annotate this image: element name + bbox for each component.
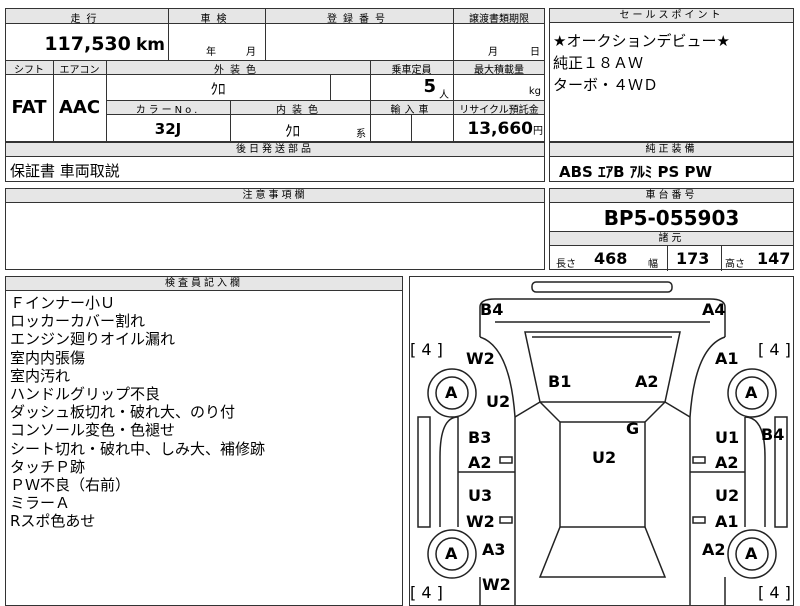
length-value: 468 [594, 249, 628, 268]
dimensions-header: 諸元 [550, 231, 793, 246]
shift-value: FAT [11, 97, 47, 118]
equipment-box: 純正装備 ABS ｴｱB ｱﾙﾐ PS PW [549, 142, 794, 182]
list-item: ハンドルグリップ不良 [10, 385, 161, 404]
tire-front-right-label: A [745, 383, 758, 402]
inspector-list: Ｆインナー小Ｕ ロッカーカバー割れ エンジン廻りオイル漏れ 室内内張傷 室内汚れ… [10, 294, 265, 531]
damage-mark: U2 [715, 486, 740, 505]
tire-rear-right-label: A [745, 544, 758, 563]
damage-mark: A1 [715, 512, 739, 531]
registration-header: 登録番号 [327, 14, 391, 25]
mileage-header: 走行 [70, 14, 103, 25]
list-item: 室内汚れ [10, 366, 71, 385]
recycle-value: 13,660円 [467, 119, 543, 139]
width-value: 173 [676, 249, 710, 268]
tire-depth-bracket: [ 4 ] [758, 583, 791, 602]
damage-mark: B4 [761, 425, 785, 444]
damage-mark: U3 [468, 486, 493, 505]
list-item: コンソール変色・色褪せ [10, 421, 176, 440]
damage-mark: W2 [466, 512, 495, 531]
aircon-header: エアコン [59, 65, 100, 76]
damage-mark: U1 [715, 428, 740, 447]
list-item: ＰＷ不良（右前） [10, 476, 131, 495]
tire-depth-bracket: [ 4 ] [410, 583, 443, 602]
list-item: ロッカーカバー割れ [10, 312, 146, 331]
list-item: ミラーＡ [10, 494, 71, 513]
transfer-day: 日 [530, 47, 540, 58]
tire-depth-bracket: [ 4 ] [410, 340, 443, 359]
interior-color-unit: 系 [356, 129, 366, 140]
damage-mark: A2 [635, 372, 659, 391]
sales-point-box: セールスポイント ★オークションデビュー★ 純正１８ＡＷ ターボ・４ＷＤ [549, 8, 794, 142]
mileage-value: 117,530 km [44, 33, 165, 55]
tire-front-left-label: A [445, 383, 458, 402]
damage-mark: U2 [486, 392, 511, 411]
exterior-color-value: ｸﾛ [210, 80, 226, 98]
tire-depth-bracket: [ 4 ] [758, 340, 791, 359]
exterior-color-header: 外装色 [214, 65, 262, 76]
damage-mark: U2 [592, 448, 617, 467]
interior-color-value: ｸﾛ [284, 122, 300, 140]
height-label: 高さ [725, 259, 745, 270]
notes-header: 注意事項欄 [6, 189, 544, 203]
list-item: Rスポ色あせ [10, 512, 96, 531]
inspection-year: 年 [206, 47, 216, 58]
import-header: 輸入車 [390, 105, 433, 116]
equipment-value: ABS ｴｱB ｱﾙﾐ PS PW [559, 163, 713, 181]
damage-mark: A2 [468, 453, 492, 472]
later-parts-value: 保証書 車両取説 [10, 162, 120, 180]
car-diagram-box: A A A A [ 4 ] [ 4 ] [ 4 ] [ 4 ] B4 A4 W2… [409, 276, 794, 606]
notes-box: 注意事項欄 [5, 188, 545, 270]
aircon-value: AAC [58, 97, 101, 118]
damage-mark: W2 [482, 575, 511, 594]
transfer-deadline-header: 譲渡書類期限 [469, 14, 529, 25]
max-load-header: 最大積載量 [474, 65, 524, 76]
length-label: 長さ [556, 259, 576, 270]
sales-point-line-3: ターボ・４ＷＤ [553, 76, 659, 94]
damage-mark: B1 [548, 372, 572, 391]
damage-mark: A3 [482, 540, 506, 559]
list-item: Ｆインナー小Ｕ [10, 294, 116, 312]
damage-mark: B4 [480, 300, 504, 319]
sales-point-line-2: 純正１８ＡＷ [553, 54, 644, 72]
list-item: タッチＰ跡 [10, 457, 86, 476]
width-label: 幅 [648, 259, 658, 270]
chassis-number: BP5-055903 [603, 206, 740, 230]
recycle-header: リサイクル預託金 [459, 105, 539, 116]
equipment-header: 純正装備 [550, 143, 793, 157]
later-parts-header: 後日発送部品 [6, 143, 544, 157]
list-item: ダッシュ板切れ・破れ大、のり付 [10, 403, 236, 422]
chassis-header: 車台番号 [550, 189, 793, 203]
inspector-header: 検査員記入欄 [6, 277, 402, 291]
sales-point-line-1: ★オークションデビュー★ [553, 32, 730, 50]
damage-mark: A2 [715, 453, 739, 472]
color-no-value: 32J [154, 120, 182, 138]
interior-color-header: 内装色 [276, 105, 324, 116]
damage-mark: B3 [468, 428, 492, 447]
capacity-unit: 人 [439, 90, 449, 101]
list-item: 室内内張傷 [10, 348, 86, 367]
color-no-header: カラーNo. [135, 105, 201, 116]
capacity-value: 5 [423, 76, 436, 97]
damage-mark: G [626, 419, 640, 438]
damage-mark: A1 [715, 349, 739, 368]
inspection-month: 月 [246, 47, 256, 58]
inspection-header: 車検 [200, 14, 233, 25]
damage-mark: W2 [466, 349, 495, 368]
height-value: 147 [757, 249, 791, 268]
inspector-box: 検査員記入欄 Ｆインナー小Ｕ ロッカーカバー割れ エンジン廻りオイル漏れ 室内内… [5, 276, 403, 606]
capacity-header: 乗車定員 [391, 65, 432, 76]
transfer-month: 月 [488, 47, 498, 58]
later-parts-box: 後日発送部品 保証書 車両取説 [5, 142, 545, 182]
damage-mark: A4 [702, 300, 726, 319]
shift-header: シフト [14, 65, 44, 76]
list-item: シート切れ・破れ中、しみ大、補修跡 [10, 439, 266, 458]
tire-rear-left-label: A [445, 544, 458, 563]
damage-mark: A2 [702, 540, 726, 559]
sales-point-header: セールスポイント [550, 9, 793, 23]
max-load-unit: kg [528, 86, 541, 97]
list-item: エンジン廻りオイル漏れ [10, 330, 176, 349]
chassis-box: 車台番号 BP5-055903 諸元 長さ 468 幅 173 高さ 147 [549, 188, 794, 271]
